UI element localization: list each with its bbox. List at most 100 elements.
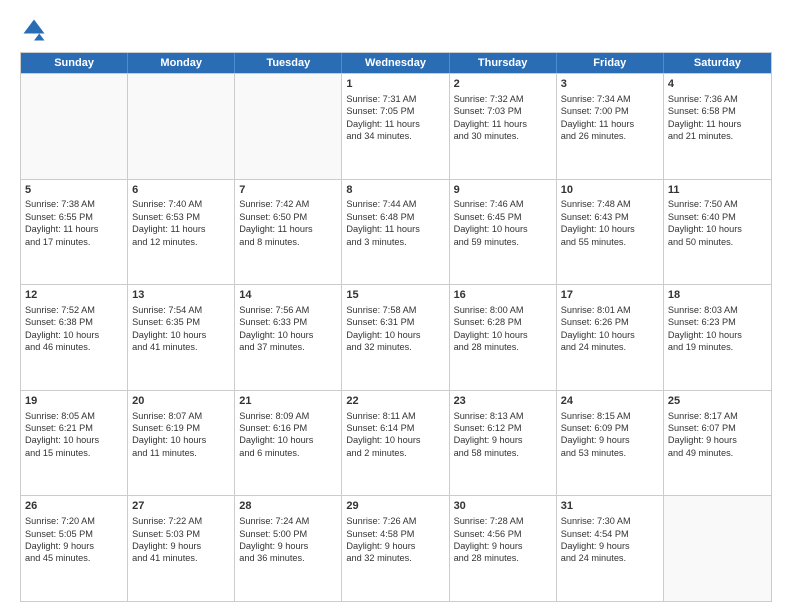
day-number: 15 [346, 288, 444, 303]
day-number: 2 [454, 77, 552, 92]
day-info-line: Sunset: 5:03 PM [132, 528, 230, 540]
day-info-line: Daylight: 9 hours [561, 434, 659, 446]
day-info-line: Sunrise: 7:46 AM [454, 198, 552, 210]
day-info-line: Daylight: 10 hours [346, 434, 444, 446]
day-info-line: and 49 minutes. [668, 447, 767, 459]
calendar-body: 1Sunrise: 7:31 AMSunset: 7:05 PMDaylight… [21, 73, 771, 601]
weekday-header-saturday: Saturday [664, 53, 771, 73]
cal-cell: 2Sunrise: 7:32 AMSunset: 7:03 PMDaylight… [450, 74, 557, 179]
day-info-line: Sunrise: 8:07 AM [132, 410, 230, 422]
day-info-line: Daylight: 9 hours [454, 434, 552, 446]
day-info-line: Daylight: 9 hours [346, 540, 444, 552]
day-info-line: Sunrise: 8:00 AM [454, 304, 552, 316]
day-info-line: Sunrise: 7:56 AM [239, 304, 337, 316]
cal-cell: 9Sunrise: 7:46 AMSunset: 6:45 PMDaylight… [450, 180, 557, 285]
cal-cell: 14Sunrise: 7:56 AMSunset: 6:33 PMDayligh… [235, 285, 342, 390]
day-info-line: Sunset: 6:48 PM [346, 211, 444, 223]
day-number: 1 [346, 77, 444, 92]
day-info-line: Sunrise: 7:48 AM [561, 198, 659, 210]
day-info-line: and 17 minutes. [25, 236, 123, 248]
day-info-line: Sunrise: 8:01 AM [561, 304, 659, 316]
day-info-line: Daylight: 10 hours [561, 223, 659, 235]
day-info-line: and 2 minutes. [346, 447, 444, 459]
day-number: 14 [239, 288, 337, 303]
day-info-line: Sunrise: 7:44 AM [346, 198, 444, 210]
cal-cell: 7Sunrise: 7:42 AMSunset: 6:50 PMDaylight… [235, 180, 342, 285]
day-info-line: and 53 minutes. [561, 447, 659, 459]
weekday-header-friday: Friday [557, 53, 664, 73]
cal-cell: 29Sunrise: 7:26 AMSunset: 4:58 PMDayligh… [342, 496, 449, 601]
cal-cell: 31Sunrise: 7:30 AMSunset: 4:54 PMDayligh… [557, 496, 664, 601]
weekday-header-thursday: Thursday [450, 53, 557, 73]
day-info-line: Sunset: 4:58 PM [346, 528, 444, 540]
weekday-header-wednesday: Wednesday [342, 53, 449, 73]
cal-cell: 26Sunrise: 7:20 AMSunset: 5:05 PMDayligh… [21, 496, 128, 601]
day-info-line: Sunrise: 8:03 AM [668, 304, 767, 316]
day-info-line: and 37 minutes. [239, 341, 337, 353]
cal-cell: 30Sunrise: 7:28 AMSunset: 4:56 PMDayligh… [450, 496, 557, 601]
day-info-line: Daylight: 10 hours [25, 434, 123, 446]
day-info-line: Daylight: 9 hours [239, 540, 337, 552]
cal-cell: 19Sunrise: 8:05 AMSunset: 6:21 PMDayligh… [21, 391, 128, 496]
day-info-line: Sunrise: 7:34 AM [561, 93, 659, 105]
day-info-line: Sunset: 6:12 PM [454, 422, 552, 434]
day-info-line: and 50 minutes. [668, 236, 767, 248]
day-info-line: Sunset: 6:35 PM [132, 316, 230, 328]
day-info-line: Sunrise: 7:58 AM [346, 304, 444, 316]
day-number: 17 [561, 288, 659, 303]
cal-cell: 21Sunrise: 8:09 AMSunset: 6:16 PMDayligh… [235, 391, 342, 496]
day-info-line: Sunset: 6:23 PM [668, 316, 767, 328]
cal-cell: 4Sunrise: 7:36 AMSunset: 6:58 PMDaylight… [664, 74, 771, 179]
day-info-line: Sunset: 6:07 PM [668, 422, 767, 434]
day-info-line: and 28 minutes. [454, 552, 552, 564]
day-number: 9 [454, 183, 552, 198]
day-info-line: Daylight: 10 hours [346, 329, 444, 341]
cal-cell: 20Sunrise: 8:07 AMSunset: 6:19 PMDayligh… [128, 391, 235, 496]
day-number: 23 [454, 394, 552, 409]
day-number: 21 [239, 394, 337, 409]
day-info-line: Sunset: 6:14 PM [346, 422, 444, 434]
cal-cell: 3Sunrise: 7:34 AMSunset: 7:00 PMDaylight… [557, 74, 664, 179]
day-info-line: Daylight: 10 hours [561, 329, 659, 341]
cal-cell: 27Sunrise: 7:22 AMSunset: 5:03 PMDayligh… [128, 496, 235, 601]
weekday-header-monday: Monday [128, 53, 235, 73]
day-info-line: Sunrise: 7:24 AM [239, 515, 337, 527]
day-info-line: Daylight: 10 hours [668, 223, 767, 235]
day-info-line: Daylight: 11 hours [668, 118, 767, 130]
day-info-line: and 19 minutes. [668, 341, 767, 353]
day-info-line: and 8 minutes. [239, 236, 337, 248]
cal-cell: 17Sunrise: 8:01 AMSunset: 6:26 PMDayligh… [557, 285, 664, 390]
day-info-line: Sunset: 6:53 PM [132, 211, 230, 223]
day-info-line: Sunset: 6:58 PM [668, 105, 767, 117]
day-info-line: Daylight: 10 hours [132, 434, 230, 446]
day-info-line: and 32 minutes. [346, 341, 444, 353]
cal-cell: 5Sunrise: 7:38 AMSunset: 6:55 PMDaylight… [21, 180, 128, 285]
day-info-line: and 11 minutes. [132, 447, 230, 459]
cal-cell: 24Sunrise: 8:15 AMSunset: 6:09 PMDayligh… [557, 391, 664, 496]
day-info-line: and 15 minutes. [25, 447, 123, 459]
day-info-line: and 36 minutes. [239, 552, 337, 564]
day-number: 20 [132, 394, 230, 409]
day-info-line: Daylight: 11 hours [454, 118, 552, 130]
day-info-line: Sunset: 6:45 PM [454, 211, 552, 223]
day-info-line: and 30 minutes. [454, 130, 552, 142]
cal-cell: 22Sunrise: 8:11 AMSunset: 6:14 PMDayligh… [342, 391, 449, 496]
day-info-line: Sunset: 6:28 PM [454, 316, 552, 328]
cal-row-3: 19Sunrise: 8:05 AMSunset: 6:21 PMDayligh… [21, 390, 771, 496]
cal-row-2: 12Sunrise: 7:52 AMSunset: 6:38 PMDayligh… [21, 284, 771, 390]
weekday-header-tuesday: Tuesday [235, 53, 342, 73]
cal-cell: 15Sunrise: 7:58 AMSunset: 6:31 PMDayligh… [342, 285, 449, 390]
cal-cell: 18Sunrise: 8:03 AMSunset: 6:23 PMDayligh… [664, 285, 771, 390]
day-number: 8 [346, 183, 444, 198]
cal-cell [235, 74, 342, 179]
day-number: 25 [668, 394, 767, 409]
day-number: 10 [561, 183, 659, 198]
day-number: 12 [25, 288, 123, 303]
day-info-line: Sunrise: 8:15 AM [561, 410, 659, 422]
page: SundayMondayTuesdayWednesdayThursdayFrid… [0, 0, 792, 612]
cal-cell [664, 496, 771, 601]
cal-row-1: 5Sunrise: 7:38 AMSunset: 6:55 PMDaylight… [21, 179, 771, 285]
day-info-line: Sunset: 6:09 PM [561, 422, 659, 434]
day-info-line: Sunrise: 7:20 AM [25, 515, 123, 527]
cal-cell: 1Sunrise: 7:31 AMSunset: 7:05 PMDaylight… [342, 74, 449, 179]
